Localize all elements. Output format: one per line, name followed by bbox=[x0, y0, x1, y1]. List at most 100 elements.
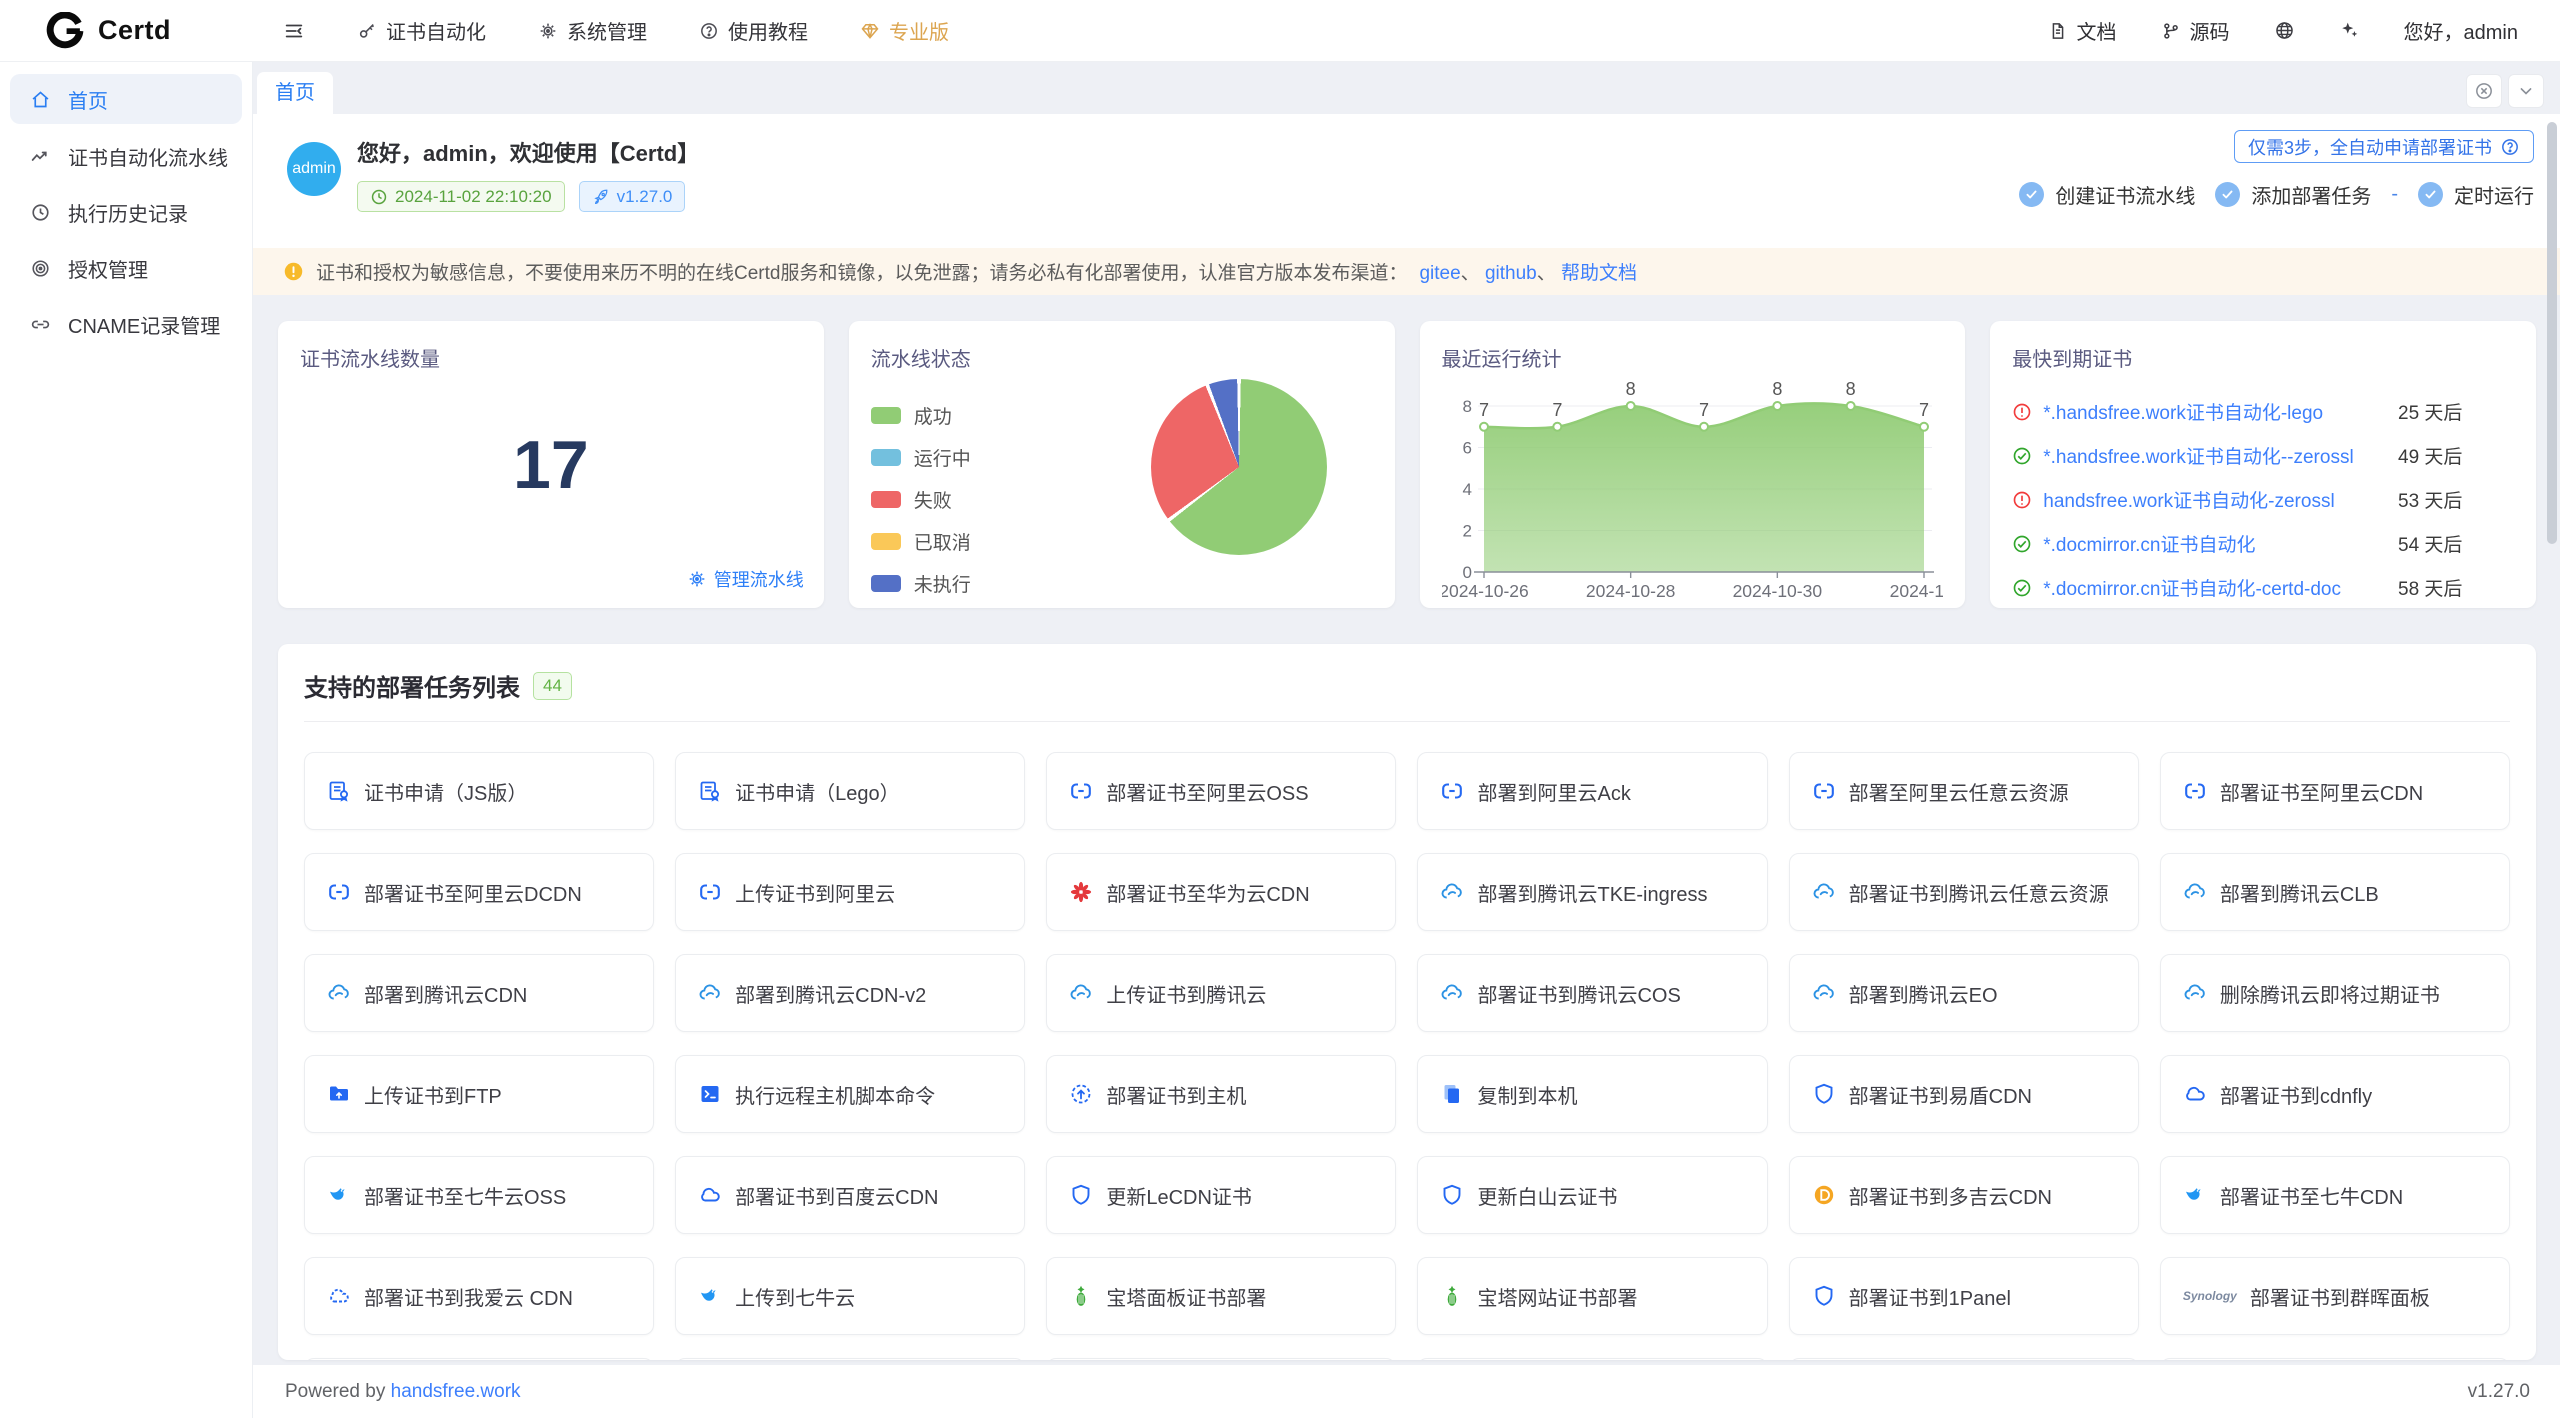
sidebar-item-首页[interactable]: 首页 bbox=[10, 74, 242, 124]
task-card[interactable]: 部署到腾讯云EO bbox=[1789, 954, 2139, 1032]
handsfree-link[interactable]: handsfree.work bbox=[391, 1381, 521, 1402]
task-label: 部署证书至阿里云CDN bbox=[2220, 777, 2423, 806]
task-card[interactable]: 部署到腾讯云TKE-ingress bbox=[1417, 853, 1767, 931]
task-card[interactable]: 宝塔网站证书部署 bbox=[1417, 1257, 1767, 1335]
nav-right-globe[interactable] bbox=[2274, 20, 2295, 41]
task-card-clipped[interactable] bbox=[1789, 1358, 2139, 1360]
task-card[interactable]: Synology部署证书到群晖面板 bbox=[2160, 1257, 2510, 1335]
sidebar-item-证书自动化流水线[interactable]: 证书自动化流水线 bbox=[0, 128, 252, 184]
aliyun-icon bbox=[1440, 779, 1464, 803]
task-card[interactable]: 上传证书到腾讯云 bbox=[1046, 954, 1396, 1032]
cert-link[interactable]: *.handsfree.work证书自动化--zerossl bbox=[2043, 442, 2387, 469]
tab-more-button[interactable] bbox=[2508, 74, 2544, 108]
quick-steps: 仅需3步，全自动申请部署证书 创建证书流水线添加部署任务-定时运行 bbox=[2019, 130, 2534, 209]
nav-right-您好，admin[interactable]: 您好，admin bbox=[2404, 16, 2518, 45]
sidebar-item-CNAME记录管理[interactable]: CNAME记录管理 bbox=[0, 296, 252, 352]
task-card-clipped[interactable] bbox=[1046, 1358, 1396, 1360]
task-label: 部署证书到主机 bbox=[1106, 1080, 1246, 1109]
task-card[interactable]: 部署证书到主机 bbox=[1046, 1055, 1396, 1133]
task-card-clipped[interactable] bbox=[2160, 1358, 2510, 1360]
step-separator: - bbox=[2391, 183, 2398, 206]
tab-close-all-button[interactable] bbox=[2466, 74, 2502, 108]
task-card[interactable]: 部署至阿里云任意云资源 bbox=[1789, 752, 2139, 830]
task-card[interactable]: 更新LeCDN证书 bbox=[1046, 1156, 1396, 1234]
task-card-clipped[interactable] bbox=[675, 1358, 1025, 1360]
nav-item-系统管理[interactable]: 系统管理 bbox=[538, 16, 647, 45]
task-card[interactable]: 执行远程主机脚本命令 bbox=[675, 1055, 1025, 1133]
tab-home[interactable]: 首页 bbox=[257, 72, 333, 114]
scrollbar-thumb[interactable] bbox=[2547, 122, 2557, 544]
sidebar-item-执行历史记录[interactable]: 执行历史记录 bbox=[0, 184, 252, 240]
legend-未执行[interactable]: 未执行 bbox=[871, 570, 1373, 597]
task-label: 更新LeCDN证书 bbox=[1106, 1181, 1252, 1210]
task-card[interactable]: 部署证书至华为云CDN bbox=[1046, 853, 1396, 931]
cert-icon bbox=[698, 779, 722, 803]
task-card[interactable]: 部署证书到易盾CDN bbox=[1789, 1055, 2139, 1133]
task-card[interactable]: 部署证书到腾讯云COS bbox=[1417, 954, 1767, 1032]
task-card[interactable]: 证书申请（JS版） bbox=[304, 752, 654, 830]
sidebar-collapse-icon[interactable] bbox=[283, 20, 305, 42]
nav-item-专业版[interactable]: 专业版 bbox=[860, 16, 949, 45]
nav-item-使用教程[interactable]: 使用教程 bbox=[699, 16, 808, 45]
task-card[interactable]: 部署到腾讯云CLB bbox=[2160, 853, 2510, 931]
cert-link[interactable]: handsfree.work证书自动化-zerossl bbox=[2043, 486, 2387, 513]
task-card[interactable]: 部署证书至阿里云OSS bbox=[1046, 752, 1396, 830]
task-card[interactable]: 部署到阿里云Ack bbox=[1417, 752, 1767, 830]
task-card[interactable]: 证书申请（Lego） bbox=[675, 752, 1025, 830]
task-card[interactable]: 部署证书到多吉云CDN bbox=[1789, 1156, 2139, 1234]
alert-link-gitee[interactable]: gitee bbox=[1419, 263, 1460, 284]
tencent-icon bbox=[1812, 981, 1836, 1005]
task-card[interactable]: 上传证书到阿里云 bbox=[675, 853, 1025, 931]
task-card[interactable]: 宝塔面板证书部署 bbox=[1046, 1257, 1396, 1335]
task-card[interactable]: 复制到本机 bbox=[1417, 1055, 1767, 1133]
task-card[interactable]: 部署证书到1Panel bbox=[1789, 1257, 2139, 1335]
target-icon bbox=[30, 258, 51, 279]
task-card[interactable]: 部署到腾讯云CDN bbox=[304, 954, 654, 1032]
task-card[interactable]: 部署证书到百度云CDN bbox=[675, 1156, 1025, 1234]
bt-icon bbox=[1440, 1284, 1464, 1308]
alert-link-帮助文档[interactable]: 帮助文档 bbox=[1561, 263, 1637, 284]
nav-menu: 证书自动化 系统管理 使用教程 专业版 bbox=[357, 16, 949, 45]
cert-link[interactable]: *.docmirror.cn证书自动化 bbox=[2043, 530, 2387, 557]
task-card[interactable]: 部署证书到cdnfly bbox=[2160, 1055, 2510, 1133]
legend-swatch bbox=[871, 449, 901, 466]
nav-right-文档[interactable]: 文档 bbox=[2048, 16, 2117, 45]
manage-pipelines-link[interactable]: 管理流水线 bbox=[687, 566, 804, 592]
steps-banner[interactable]: 仅需3步，全自动申请部署证书 bbox=[2234, 130, 2534, 163]
task-card[interactable]: 部署证书到我爱云 CDN bbox=[304, 1257, 654, 1335]
aliyun-icon bbox=[1069, 779, 1093, 803]
task-card[interactable]: 更新白山云证书 bbox=[1417, 1156, 1767, 1234]
task-card[interactable]: 部署证书至七牛CDN bbox=[2160, 1156, 2510, 1234]
task-card-clipped[interactable] bbox=[304, 1358, 654, 1360]
tencent-icon bbox=[327, 981, 351, 1005]
pipeline-count-value: 17 bbox=[278, 426, 824, 504]
success-circle-icon bbox=[2012, 578, 2032, 598]
aliyun-icon bbox=[1812, 779, 1836, 803]
task-card[interactable]: 上传证书到FTP bbox=[304, 1055, 654, 1133]
task-card-clipped[interactable] bbox=[1417, 1358, 1767, 1360]
task-card[interactable]: 部署证书至阿里云CDN bbox=[2160, 752, 2510, 830]
cert-link[interactable]: *.docmirror.cn证书自动化-certd-doc bbox=[2043, 574, 2387, 601]
cloud-icon bbox=[698, 1183, 722, 1207]
task-card[interactable]: 部署证书至七牛云OSS bbox=[304, 1156, 654, 1234]
nav-right-sparkles[interactable] bbox=[2339, 20, 2360, 41]
cert-link[interactable]: *.handsfree.work证书自动化-lego bbox=[2043, 398, 2387, 425]
nav-item-证书自动化[interactable]: 证书自动化 bbox=[357, 16, 486, 45]
task-card[interactable]: 部署证书至阿里云DCDN bbox=[304, 853, 654, 931]
legend-swatch bbox=[871, 533, 901, 550]
task-card[interactable]: 部署证书到腾讯云任意云资源 bbox=[1789, 853, 2139, 931]
version-badge[interactable]: v1.27.0 bbox=[579, 181, 686, 212]
avatar[interactable]: admin bbox=[287, 142, 341, 196]
aliyun-icon bbox=[327, 880, 351, 904]
task-card[interactable]: 删除腾讯云即将过期证书 bbox=[2160, 954, 2510, 1032]
task-card[interactable]: 上传到七牛云 bbox=[675, 1257, 1025, 1335]
status-pie-chart bbox=[1151, 379, 1327, 555]
task-label: 部署到腾讯云TKE-ingress bbox=[1477, 878, 1707, 907]
success-circle-icon bbox=[2012, 446, 2032, 466]
expiring-cert-row: *.docmirror.cn证书自动化54 天后 bbox=[2012, 530, 2514, 557]
alert-link-github[interactable]: github bbox=[1485, 263, 1537, 284]
nav-right-源码[interactable]: 源码 bbox=[2161, 16, 2230, 45]
sidebar-item-授权管理[interactable]: 授权管理 bbox=[0, 240, 252, 296]
welcome-section: admin 您好，admin，欢迎使用【Certd】 2024-11-02 22… bbox=[253, 114, 2560, 248]
task-card[interactable]: 部署到腾讯云CDN-v2 bbox=[675, 954, 1025, 1032]
